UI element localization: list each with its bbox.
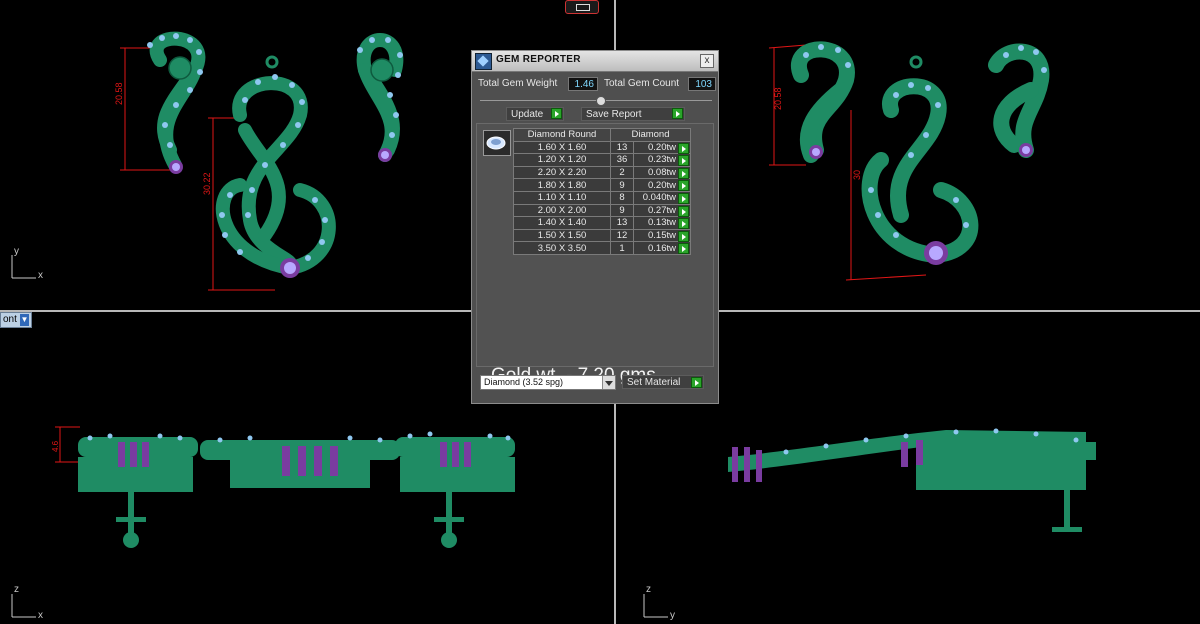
dim-upper: 20.58 xyxy=(114,82,124,105)
row-go-icon[interactable] xyxy=(678,205,689,217)
set-material-button-label: Set Material xyxy=(627,377,681,388)
gem-weight-value: 0.08tw xyxy=(648,167,676,179)
gem-weight: 0.040tw xyxy=(633,190,691,205)
gem-weight-value: 0.20tw xyxy=(648,179,676,191)
table-row: 1.80 X 1.80 9 0.20tw xyxy=(513,178,691,192)
dim-lower: 30.22 xyxy=(202,172,212,195)
gem-weight: 0.27tw xyxy=(633,203,691,218)
gem-weight-value: 0.040tw xyxy=(642,192,676,204)
slider-thumb[interactable] xyxy=(596,96,606,106)
gem-size: 1.50 X 1.50 xyxy=(513,228,611,243)
table-row: 1.20 X 1.20 36 0.23tw xyxy=(513,153,691,167)
axis-x-label: x xyxy=(38,270,43,281)
dim-perspective-a: 20.58 xyxy=(773,87,783,110)
table-row: 2.00 X 2.00 9 0.27tw xyxy=(513,203,691,218)
row-go-icon[interactable] xyxy=(678,180,689,192)
gem-count: 2 xyxy=(610,165,634,180)
axis-y-label: y xyxy=(14,246,19,257)
axis-z-label: z xyxy=(646,584,651,595)
total-gem-count-label: Total Gem Count xyxy=(604,78,680,89)
gem-size: 2.00 X 2.00 xyxy=(513,203,611,218)
row-go-icon[interactable] xyxy=(678,218,689,230)
viewport-label-dropdown[interactable]: ont ▼ xyxy=(0,312,32,328)
axis-z-label: z xyxy=(14,584,19,595)
gem-size: 1.80 X 1.80 xyxy=(513,178,611,192)
row-go-icon[interactable] xyxy=(678,167,689,179)
dialog-title: GEM REPORTER xyxy=(496,54,581,65)
gem-weight: 0.08tw xyxy=(633,165,691,180)
dim-side: 4.6 xyxy=(51,440,60,452)
gem-weight: 0.16tw xyxy=(633,241,691,255)
axis-y-label: y xyxy=(670,610,675,621)
gem-weight: 0.23tw xyxy=(633,153,691,167)
gem-size: 1.40 X 1.40 xyxy=(513,216,611,230)
gem-count: 13 xyxy=(610,140,634,155)
gem-size: 3.50 X 3.50 xyxy=(513,241,611,255)
axis-x-label: x xyxy=(38,610,43,621)
gem-size: 1.60 X 1.60 xyxy=(513,140,611,155)
gem-count: 9 xyxy=(610,203,634,218)
total-gem-weight-label: Total Gem Weight xyxy=(478,78,558,89)
col-header-material: Diamond xyxy=(610,128,691,142)
table-row: 1.50 X 1.50 12 0.15tw xyxy=(513,228,691,243)
diamond-round-icon xyxy=(483,130,511,156)
table-row: 1.10 X 1.10 8 0.040tw xyxy=(513,190,691,205)
save-report-button-label: Save Report xyxy=(586,109,642,120)
total-gem-weight-value: 1.46 xyxy=(568,77,598,91)
gem-table: Diamond Round Diamond 1.60 X 1.60 13 0.20t… xyxy=(513,128,691,255)
gem-weight-value: 0.27tw xyxy=(648,204,676,216)
report-slider[interactable] xyxy=(480,96,712,106)
gem-count: 12 xyxy=(610,228,634,243)
save-report-button[interactable]: Save Report xyxy=(581,107,685,121)
table-row: 3.50 X 3.50 1 0.16tw xyxy=(513,241,691,255)
gem-size: 2.20 X 2.20 xyxy=(513,165,611,180)
totals-row: Total Gem Weight 1.46 Total Gem Count 10… xyxy=(476,76,716,92)
gem-weight: 0.20tw xyxy=(633,178,691,192)
gem-weight-value: 0.23tw xyxy=(648,154,676,166)
gem-count: 13 xyxy=(610,216,634,230)
viewport-maximize-icon[interactable] xyxy=(565,0,599,14)
gem-count: 1 xyxy=(610,241,634,255)
gem-weight-value: 0.16tw xyxy=(648,242,676,254)
gem-count: 9 xyxy=(610,178,634,192)
gem-size: 1.10 X 1.10 xyxy=(513,190,611,205)
gem-weight: 0.15tw xyxy=(633,228,691,243)
row-go-icon[interactable] xyxy=(678,142,689,154)
gem-weight-value: 0.20tw xyxy=(648,141,676,153)
update-button-label: Update xyxy=(511,109,544,120)
dialog-titlebar[interactable]: GEM REPORTER x xyxy=(472,51,718,72)
gem-weight-value: 0.13tw xyxy=(648,217,676,229)
table-row: 2.20 X 2.20 2 0.08tw xyxy=(513,165,691,180)
row-go-icon[interactable] xyxy=(678,243,689,255)
set-material-go-icon[interactable] xyxy=(691,377,702,388)
gem-weight: 0.20tw xyxy=(633,140,691,155)
gem-count: 36 xyxy=(610,153,634,167)
save-report-go-icon[interactable] xyxy=(672,108,683,119)
gem-size: 1.20 X 1.20 xyxy=(513,153,611,167)
viewport-label: ont xyxy=(3,314,17,325)
gem-reporter-dialog: GEM REPORTER x Total Gem Weight 1.46 Tot… xyxy=(471,50,719,404)
material-row: Diamond (3.52 spg) Set Material xyxy=(480,375,716,391)
gem-report-panel: Diamond Round Diamond 1.60 X 1.60 13 0.20t… xyxy=(476,123,714,386)
row-go-icon[interactable] xyxy=(678,230,689,242)
row-go-icon[interactable] xyxy=(678,192,689,204)
gem-reporter-app-icon xyxy=(475,53,492,70)
material-select-value: Diamond (3.52 spg) xyxy=(484,377,564,387)
close-icon[interactable]: x xyxy=(700,54,714,68)
material-select[interactable]: Diamond (3.52 spg) xyxy=(480,375,616,390)
table-row: 1.60 X 1.60 13 0.20tw xyxy=(513,140,691,155)
dim-perspective-b: 30 xyxy=(852,170,862,180)
gem-weight-value: 0.15tw xyxy=(648,230,676,242)
table-row: 1.40 X 1.40 13 0.13tw xyxy=(513,216,691,230)
total-gem-count-value: 103 xyxy=(688,77,716,91)
chevron-down-icon[interactable]: ▼ xyxy=(19,314,29,326)
gem-weight: 0.13tw xyxy=(633,216,691,230)
row-go-icon[interactable] xyxy=(678,155,689,167)
chevron-down-icon[interactable] xyxy=(602,376,615,389)
gem-count: 8 xyxy=(610,190,634,205)
update-go-icon[interactable] xyxy=(551,108,562,119)
col-header-shape: Diamond Round xyxy=(513,128,611,142)
